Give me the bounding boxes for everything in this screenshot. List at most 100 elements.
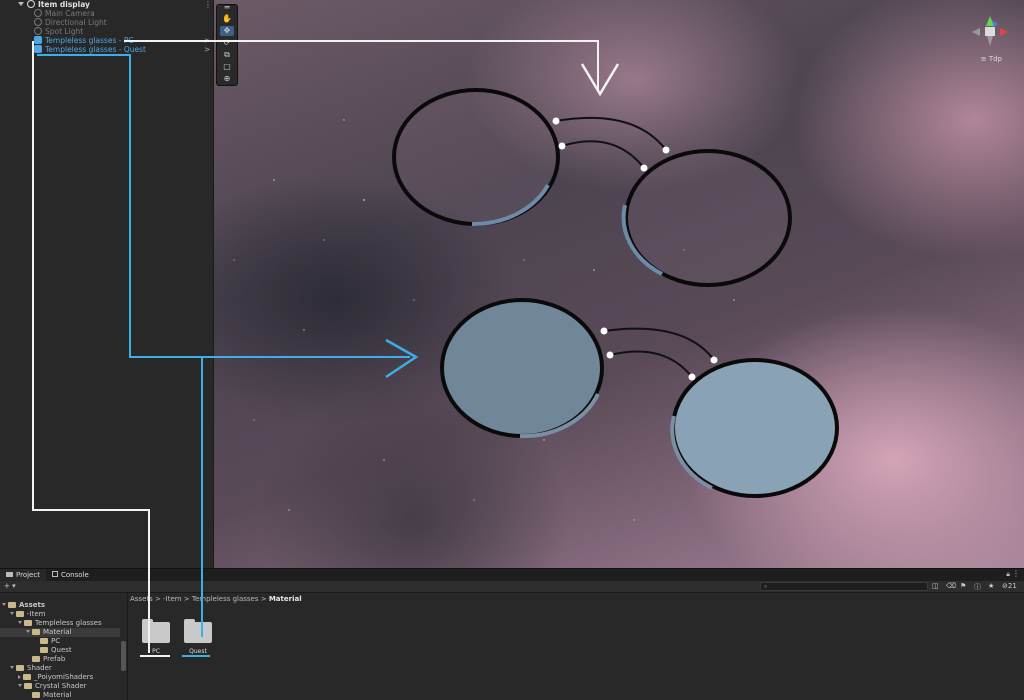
hierarchy-item-glasses-quest[interactable]: Templeless glasses - Quest	[34, 45, 146, 54]
prefab-expand-icon[interactable]: >	[204, 36, 210, 45]
glasses-pc-model	[392, 88, 792, 287]
folder-icon	[32, 656, 40, 662]
tree-item-material[interactable]: Material	[0, 628, 120, 637]
console-icon	[52, 571, 58, 577]
tree-item-prefab[interactable]: Prefab	[32, 655, 65, 664]
caret-down-icon[interactable]	[18, 621, 22, 624]
tree-item-templeless-glasses[interactable]: Templeless glasses	[18, 619, 102, 628]
folder-icon	[6, 572, 13, 577]
scene-orientation-gizmo-icon[interactable]	[970, 14, 1010, 48]
caret-down-icon[interactable]	[18, 684, 22, 687]
caret-down-icon[interactable]	[10, 612, 14, 615]
tree-item-item[interactable]: -Item	[10, 610, 45, 619]
tree-label: -Item	[27, 610, 46, 618]
hierarchy-item-label: Main Camera	[45, 9, 95, 18]
tree-item-shader[interactable]: Shader	[10, 664, 52, 673]
caret-down-icon[interactable]	[26, 630, 30, 633]
search-icon: ⌕	[764, 583, 768, 590]
tree-label: Crystal Shader	[35, 682, 87, 690]
tree-item-pc[interactable]: PC	[40, 637, 60, 646]
hierarchy-menu-icon[interactable]: ⋮	[204, 0, 212, 9]
rect-tool-icon[interactable]: ▢	[220, 62, 234, 72]
caret-right-icon[interactable]	[18, 675, 21, 679]
panel-menu-icon[interactable]: ⋮	[1012, 569, 1020, 578]
folder-body	[142, 622, 170, 643]
caret-down-icon[interactable]	[10, 666, 14, 669]
hierarchy-item-main-camera[interactable]: Main Camera	[34, 9, 95, 18]
hierarchy-item-label: Spot Light	[45, 27, 84, 36]
breadcrumb-item[interactable]: Assets	[130, 595, 153, 603]
breadcrumb-current[interactable]: Material	[269, 595, 302, 603]
unity-scene-icon	[27, 0, 35, 8]
tree-label: Material	[43, 628, 72, 636]
expand-arrow-icon[interactable]	[18, 2, 24, 6]
favorite-icon[interactable]: ★	[988, 582, 994, 590]
search-by-label-icon[interactable]: ⌫	[946, 582, 956, 590]
folder-icon	[32, 692, 40, 698]
glasses-quest-model	[440, 298, 839, 498]
lock-icon[interactable]: 🔒︎	[1006, 570, 1010, 579]
panel-tab-bar: Project Console 🔒︎ ⋮	[0, 569, 1024, 581]
folder-icon	[8, 602, 16, 608]
scene-name: Item display	[38, 0, 90, 9]
scene-starfield	[233, 88, 839, 521]
hierarchy-item-glasses-pc[interactable]: Templeless glasses - PC	[34, 36, 134, 45]
tree-label: Prefab	[43, 655, 66, 663]
tree-label: Quest	[51, 646, 72, 654]
tree-label: Assets	[19, 601, 46, 609]
hierarchy-item-spot-light[interactable]: Spot Light	[34, 27, 83, 36]
hierarchy-panel: Item display ⋮ Main Camera Directional L…	[0, 0, 214, 568]
move-tool-icon[interactable]: ✥	[220, 26, 234, 36]
breadcrumb-item[interactable]: Templeless glasses	[192, 595, 259, 603]
gameobject-icon	[34, 9, 42, 17]
scene-root-item[interactable]: Item display	[18, 0, 90, 9]
tree-item-crystal-shader[interactable]: Crystal Shader	[18, 682, 87, 691]
search-input[interactable]: ⌕	[760, 582, 928, 591]
transform-tool-icon[interactable]: ⊕	[220, 74, 234, 84]
folder-icon	[40, 638, 48, 644]
tree-label: _PoiyomiShaders	[34, 673, 94, 681]
project-panel: Project Console 🔒︎ ⋮ + ▾ ⌕ ◫ ⌫ ⚑ ⓘ ★ ⊘21…	[0, 568, 1024, 700]
project-toolbar: + ▾ ⌕ ◫ ⌫ ⚑ ⓘ ★ ⊘21	[0, 581, 1024, 593]
tree-label: PC	[51, 637, 61, 645]
folder-icon	[24, 683, 32, 689]
caret-down-icon[interactable]	[2, 603, 6, 606]
tree-label: Templeless glasses	[35, 619, 102, 627]
folder-icon	[23, 674, 31, 680]
save-search-icon[interactable]: ⚑	[960, 582, 966, 590]
tab-label: Console	[61, 571, 89, 579]
folder-quest[interactable]	[184, 619, 212, 643]
tree-scrollbar[interactable]	[121, 641, 126, 671]
hidden-packages-icon[interactable]: ⊘21	[1002, 582, 1017, 590]
create-asset-button[interactable]: + ▾	[4, 582, 16, 590]
scene-tool-palette: ═ ✋ ✥ ⟳ ⧉ ▢ ⊕	[216, 4, 238, 86]
tree-item-assets[interactable]: Assets	[2, 601, 45, 610]
folder-pc[interactable]	[142, 619, 170, 643]
hand-tool-icon[interactable]: ✋	[220, 14, 234, 24]
folder-pc-label[interactable]: PC	[136, 648, 176, 655]
folder-quest-label[interactable]: Quest	[178, 648, 218, 655]
palette-grip-icon[interactable]: ═	[220, 4, 234, 12]
hierarchy-item-label: Directional Light	[45, 18, 107, 27]
tab-label: Project	[16, 571, 40, 579]
tree-item-quest[interactable]: Quest	[40, 646, 72, 655]
gameobject-icon	[34, 18, 42, 26]
folder-icon	[24, 620, 32, 626]
prefab-expand-icon[interactable]: >	[204, 45, 210, 54]
tree-label: Shader	[27, 664, 52, 672]
breadcrumb: Assets > -Item > Templeless glasses > Ma…	[130, 595, 302, 603]
hierarchy-item-directional-light[interactable]: Directional Light	[34, 18, 107, 27]
search-by-type-icon[interactable]: ◫	[932, 582, 939, 590]
tree-item-poiyomi-shaders[interactable]: _PoiyomiShaders	[18, 673, 93, 682]
tab-project[interactable]: Project	[0, 569, 46, 581]
projection-label[interactable]: ≡ Tdp	[981, 55, 1002, 63]
info-icon[interactable]: ⓘ	[974, 582, 981, 592]
tree-item-crystal-material[interactable]: Material	[32, 691, 71, 700]
scale-tool-icon[interactable]: ⧉	[220, 50, 234, 60]
rotate-tool-icon[interactable]: ⟳	[220, 38, 234, 48]
project-folder-tree: Assets -Item Templeless glasses Material…	[0, 593, 128, 700]
tab-console[interactable]: Console	[46, 569, 95, 581]
scene-view[interactable]: ═ ✋ ✥ ⟳ ⧉ ▢ ⊕ ≡ Tdp	[214, 0, 1024, 568]
breadcrumb-item[interactable]: -Item	[163, 595, 181, 603]
prefab-icon	[34, 45, 42, 53]
